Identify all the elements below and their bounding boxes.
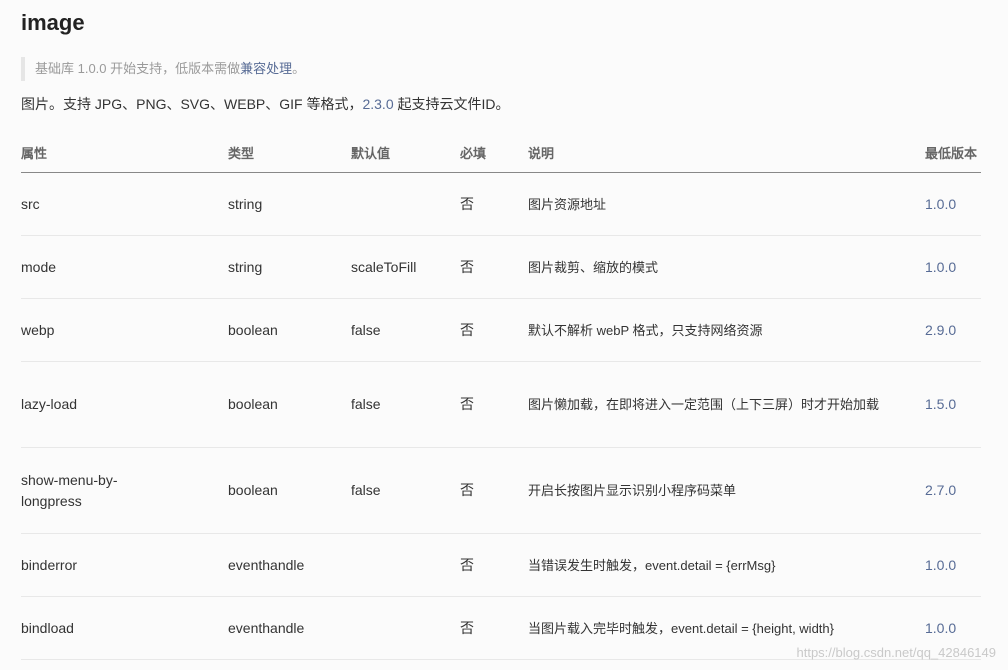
cell-type: string <box>228 235 351 299</box>
cell-default <box>351 533 460 597</box>
cell-required: 否 <box>460 596 528 660</box>
cell-attr: lazy-load <box>21 361 228 448</box>
cell-type: boolean <box>228 361 351 448</box>
header-type: 类型 <box>228 132 351 173</box>
cell-default: false <box>351 361 460 448</box>
cell-attr: bindload <box>21 596 228 660</box>
cell-required: 否 <box>460 361 528 448</box>
cell-version: 2.9.0 <box>925 298 981 362</box>
cell-version: 1.0.0 <box>925 533 981 597</box>
compat-link[interactable]: 兼容处理 <box>240 61 292 76</box>
notice-suffix: 。 <box>292 61 306 76</box>
header-default: 默认值 <box>351 132 460 173</box>
page-title: image <box>21 10 85 35</box>
cell-default <box>351 172 460 236</box>
cell-default: false <box>351 298 460 362</box>
cell-attr: webp <box>21 298 228 362</box>
cell-version: 2.7.0 <box>925 447 981 534</box>
cell-note: 图片裁剪、缩放的模式 <box>528 235 925 299</box>
cell-default: false <box>351 447 460 534</box>
description-suffix: 起支持云文件ID。 <box>393 96 510 112</box>
table-row: src string 否 图片资源地址 1.0.0 <box>21 172 981 236</box>
header-note: 说明 <box>528 132 925 173</box>
cell-type: eventhandle <box>228 596 351 660</box>
cell-version: 1.0.0 <box>925 172 981 236</box>
compat-notice: 基础库 1.0.0 开始支持，低版本需做兼容处理。 <box>21 57 305 81</box>
doc-page: image 基础库 1.0.0 开始支持，低版本需做兼容处理。 图片。支持 JP… <box>0 0 1008 670</box>
header-attr: 属性 <box>21 132 228 173</box>
watermark: https://blog.csdn.net/qq_42846149 <box>796 645 997 660</box>
cell-version: 1.0.0 <box>925 235 981 299</box>
table-row: lazy-load boolean false 否 图片懒加载，在即将进入一定范… <box>21 361 981 448</box>
header-required: 必填 <box>460 132 528 173</box>
table-row: show-menu-by-longpress boolean false 否 开… <box>21 447 981 534</box>
cell-version: 1.5.0 <box>925 361 981 448</box>
cell-type: eventhandle <box>228 533 351 597</box>
table-row: mode string scaleToFill 否 图片裁剪、缩放的模式 1.0… <box>21 235 981 299</box>
header-version: 最低版本 <box>925 132 981 173</box>
cell-attr: mode <box>21 235 228 299</box>
cell-type: boolean <box>228 298 351 362</box>
cell-attr: show-menu-by-longpress <box>21 447 228 534</box>
component-description: 图片。支持 JPG、PNG、SVG、WEBP、GIF 等格式，2.3.0 起支持… <box>21 94 510 114</box>
cell-required: 否 <box>460 235 528 299</box>
cell-required: 否 <box>460 533 528 597</box>
cell-note: 开启长按图片显示识别小程序码菜单 <box>528 447 925 534</box>
cell-type: string <box>228 172 351 236</box>
cell-required: 否 <box>460 172 528 236</box>
description-text: 图片。支持 JPG、PNG、SVG、WEBP、GIF 等格式， <box>21 96 363 112</box>
notice-text: 基础库 1.0.0 开始支持，低版本需做 <box>35 61 241 76</box>
table-header-row: 属性 类型 默认值 必填 说明 最低版本 <box>21 132 981 173</box>
cell-required: 否 <box>460 447 528 534</box>
table-row: binderror eventhandle 否 当错误发生时触发，event.d… <box>21 533 981 597</box>
cell-type: boolean <box>228 447 351 534</box>
cell-note: 图片懒加载，在即将进入一定范围（上下三屏）时才开始加载 <box>528 361 925 448</box>
cell-required: 否 <box>460 298 528 362</box>
cell-note: 默认不解析 webP 格式，只支持网络资源 <box>528 298 925 362</box>
cell-attr: binderror <box>21 533 228 597</box>
cell-default <box>351 596 460 660</box>
cell-default: scaleToFill <box>351 235 460 299</box>
description-version: 2.3.0 <box>362 96 394 112</box>
table-row: webp boolean false 否 默认不解析 webP 格式，只支持网络… <box>21 298 981 362</box>
cell-attr: src <box>21 172 228 236</box>
attributes-table: 属性 类型 默认值 必填 说明 最低版本 src string 否 图片资源地址… <box>21 132 981 660</box>
cell-note: 当错误发生时触发，event.detail = {errMsg} <box>528 533 925 597</box>
cell-note: 图片资源地址 <box>528 172 925 236</box>
